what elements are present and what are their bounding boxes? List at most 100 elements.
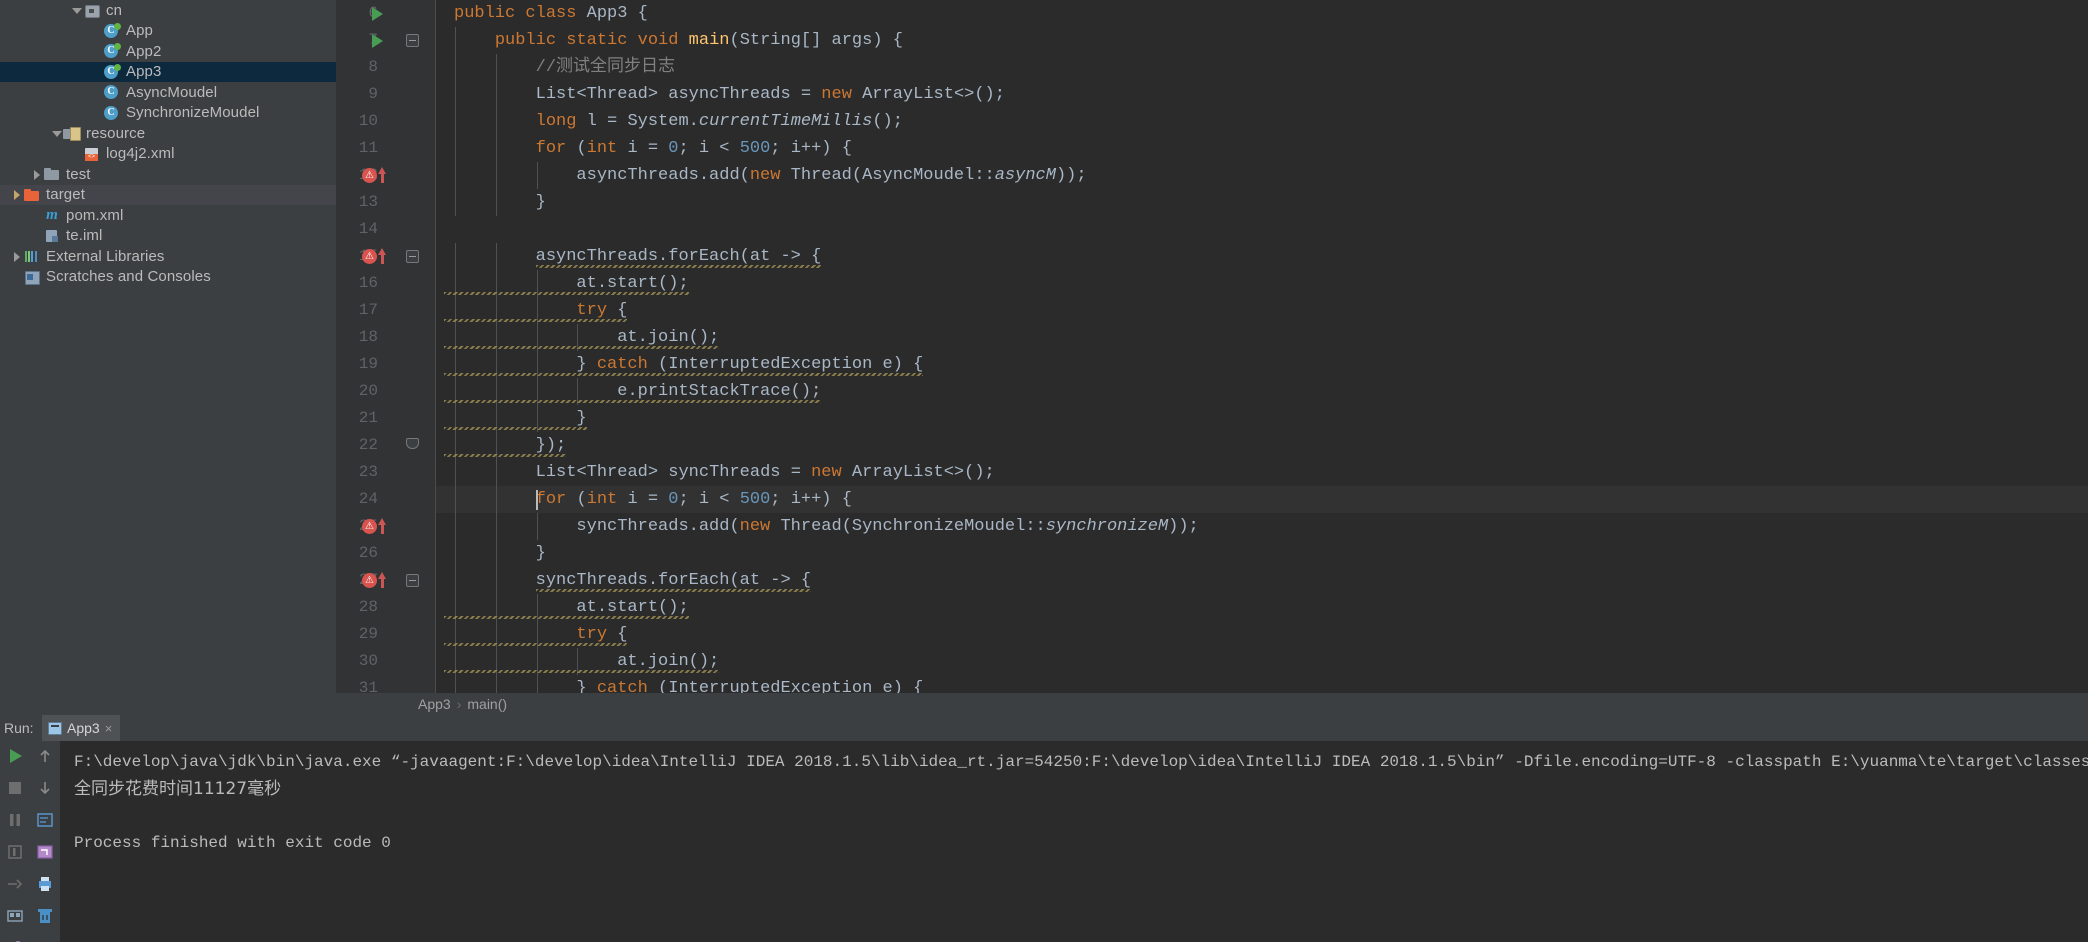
pause-icon[interactable] (5, 810, 25, 830)
gutter-line[interactable]: 18 (336, 324, 436, 351)
gutter-line[interactable]: 11 (336, 135, 436, 162)
run-tab-app3[interactable]: App3 × (42, 715, 121, 741)
code-line[interactable]: } (436, 189, 2088, 216)
run-gutter-icon[interactable] (372, 7, 383, 21)
tree-item-test[interactable]: test (0, 164, 336, 185)
tree-item-asyncmoudel[interactable]: C AsyncMoudel (0, 82, 336, 103)
tree-item-te-iml[interactable]: te.iml (0, 226, 336, 247)
gutter-line[interactable]: 17 (336, 297, 436, 324)
gutter-line[interactable]: 10 (336, 108, 436, 135)
code-line[interactable]: at.start(); (436, 270, 2088, 297)
gutter-line[interactable]: 26 (336, 540, 436, 567)
chevron-right-icon[interactable] (10, 250, 23, 263)
print-icon[interactable] (35, 874, 55, 894)
gutter-line[interactable]: 8 (336, 54, 436, 81)
gutter-line[interactable]: 19 (336, 351, 436, 378)
scroll-to-end-icon[interactable] (35, 842, 55, 862)
run-toolbar-secondary[interactable] (30, 741, 60, 942)
tree-item-resource[interactable]: resource (0, 123, 336, 144)
code-line[interactable]: } catch (InterruptedException e) { (436, 351, 2088, 378)
code-line[interactable]: syncThreads.forEach(at -> { (436, 567, 2088, 594)
tree-item-cn[interactable]: cn (0, 0, 336, 21)
fold-collapse-icon[interactable] (406, 250, 419, 263)
gutter-line[interactable]: 20 (336, 378, 436, 405)
code-editor[interactable]: 6789101112⚠131415⚠16171819202122232425⚠2… (336, 0, 2088, 693)
clear-all-icon[interactable] (35, 906, 55, 926)
gutter-line[interactable]: 21 (336, 405, 436, 432)
tree-item-external-libraries[interactable]: External Libraries (0, 246, 336, 267)
gutter-line[interactable]: 9 (336, 81, 436, 108)
inspection-warning-icon[interactable]: ⚠ (362, 249, 377, 264)
tree-item-synchronizemoudel[interactable]: C SynchronizeMoudel (0, 103, 336, 124)
chevron-down-icon[interactable] (70, 4, 83, 17)
code-line[interactable]: asyncThreads.add(new Thread(AsyncMoudel:… (436, 162, 2088, 189)
close-icon[interactable]: × (105, 721, 113, 736)
tree-item-app2[interactable]: C App2 (0, 41, 336, 62)
chevron-right-icon[interactable] (30, 168, 43, 181)
code-line[interactable]: } (436, 540, 2088, 567)
code-line[interactable]: at.start(); (436, 594, 2088, 621)
code-line[interactable]: } (436, 405, 2088, 432)
stop-icon[interactable] (5, 778, 25, 798)
code-line[interactable]: e.printStackTrace(); (436, 378, 2088, 405)
console-output[interactable]: F:\develop\java\jdk\bin\java.exe “-javaa… (60, 741, 2088, 942)
code-line[interactable]: at.join(); (436, 324, 2088, 351)
code-line[interactable]: try { (436, 297, 2088, 324)
resume-icon[interactable] (5, 842, 25, 862)
code-line[interactable]: } catch (InterruptedException e) { (436, 675, 2088, 693)
project-tool-window[interactable]: cn C App C App2 C App3 C AsyncMoudel C Synchronize… (0, 0, 336, 700)
gutter-line[interactable]: 15⚠ (336, 243, 436, 270)
code-line[interactable]: }); (436, 432, 2088, 459)
gutter-line[interactable]: 28 (336, 594, 436, 621)
code-line[interactable]: long l = System.currentTimeMillis(); (436, 108, 2088, 135)
code-line[interactable]: at.join(); (436, 648, 2088, 675)
tree-item-app[interactable]: C App (0, 21, 336, 42)
code-line[interactable]: syncThreads.add(new Thread(SynchronizeMo… (436, 513, 2088, 540)
tree-item-log4j2-xml[interactable]: log4j2.xml (0, 144, 336, 165)
inspection-warning-icon[interactable]: ⚠ (362, 168, 377, 183)
run-toolbar-primary[interactable] (0, 741, 30, 942)
settings-icon[interactable] (5, 906, 25, 926)
gutter-line[interactable]: 13 (336, 189, 436, 216)
pin-icon[interactable] (5, 938, 25, 942)
tree-item-pom-xml[interactable]: m pom.xml (0, 205, 336, 226)
chevron-right-icon[interactable] (10, 188, 23, 201)
fold-collapse-icon[interactable] (406, 34, 419, 47)
gutter-line[interactable]: 14 (336, 216, 436, 243)
fold-collapse-icon[interactable] (406, 574, 419, 587)
code-line[interactable]: try { (436, 621, 2088, 648)
gutter-line[interactable]: 24 (336, 486, 436, 513)
gutter-line[interactable]: 29 (336, 621, 436, 648)
gutter-line[interactable]: 27⚠ (336, 567, 436, 594)
gutter-line[interactable]: 6 (336, 0, 436, 27)
scroll-down-icon[interactable] (35, 778, 55, 798)
breadcrumb-method[interactable]: main() (467, 696, 507, 712)
gutter-line[interactable]: 12⚠ (336, 162, 436, 189)
editor-gutter[interactable]: 6789101112⚠131415⚠16171819202122232425⚠2… (336, 0, 436, 693)
gutter-line[interactable]: 31 (336, 675, 436, 693)
code-line[interactable]: public class App3 { (436, 0, 2088, 27)
gutter-line[interactable]: 16 (336, 270, 436, 297)
code-line[interactable]: asyncThreads.forEach(at -> { (436, 243, 2088, 270)
fold-end-icon[interactable] (406, 438, 419, 449)
inspection-warning-icon[interactable]: ⚠ (362, 519, 377, 534)
gutter-line[interactable]: 30 (336, 648, 436, 675)
chevron-down-icon[interactable] (50, 127, 63, 140)
code-line[interactable]: List<Thread> syncThreads = new ArrayList… (436, 459, 2088, 486)
gutter-line[interactable]: 23 (336, 459, 436, 486)
code-line[interactable]: //测试全同步日志 (436, 54, 2088, 81)
code-line[interactable]: public static void main(String[] args) { (436, 27, 2088, 54)
code-line[interactable]: List<Thread> asyncThreads = new ArrayLis… (436, 81, 2088, 108)
soft-wrap-icon[interactable] (35, 810, 55, 830)
run-gutter-icon[interactable] (372, 34, 383, 48)
tree-item-target[interactable]: target (0, 184, 336, 205)
code-line[interactable]: for (int i = 0; i < 500; i++) { (436, 135, 2088, 162)
breadcrumb[interactable]: App3 › main() (336, 693, 2088, 715)
breadcrumb-class[interactable]: App3 (418, 696, 451, 712)
gutter-line[interactable]: 22 (336, 432, 436, 459)
step-icon[interactable] (5, 874, 25, 894)
code-line[interactable] (436, 216, 2088, 243)
scroll-up-icon[interactable] (35, 746, 55, 766)
gutter-line[interactable]: 7 (336, 27, 436, 54)
rerun-icon[interactable] (5, 746, 25, 766)
